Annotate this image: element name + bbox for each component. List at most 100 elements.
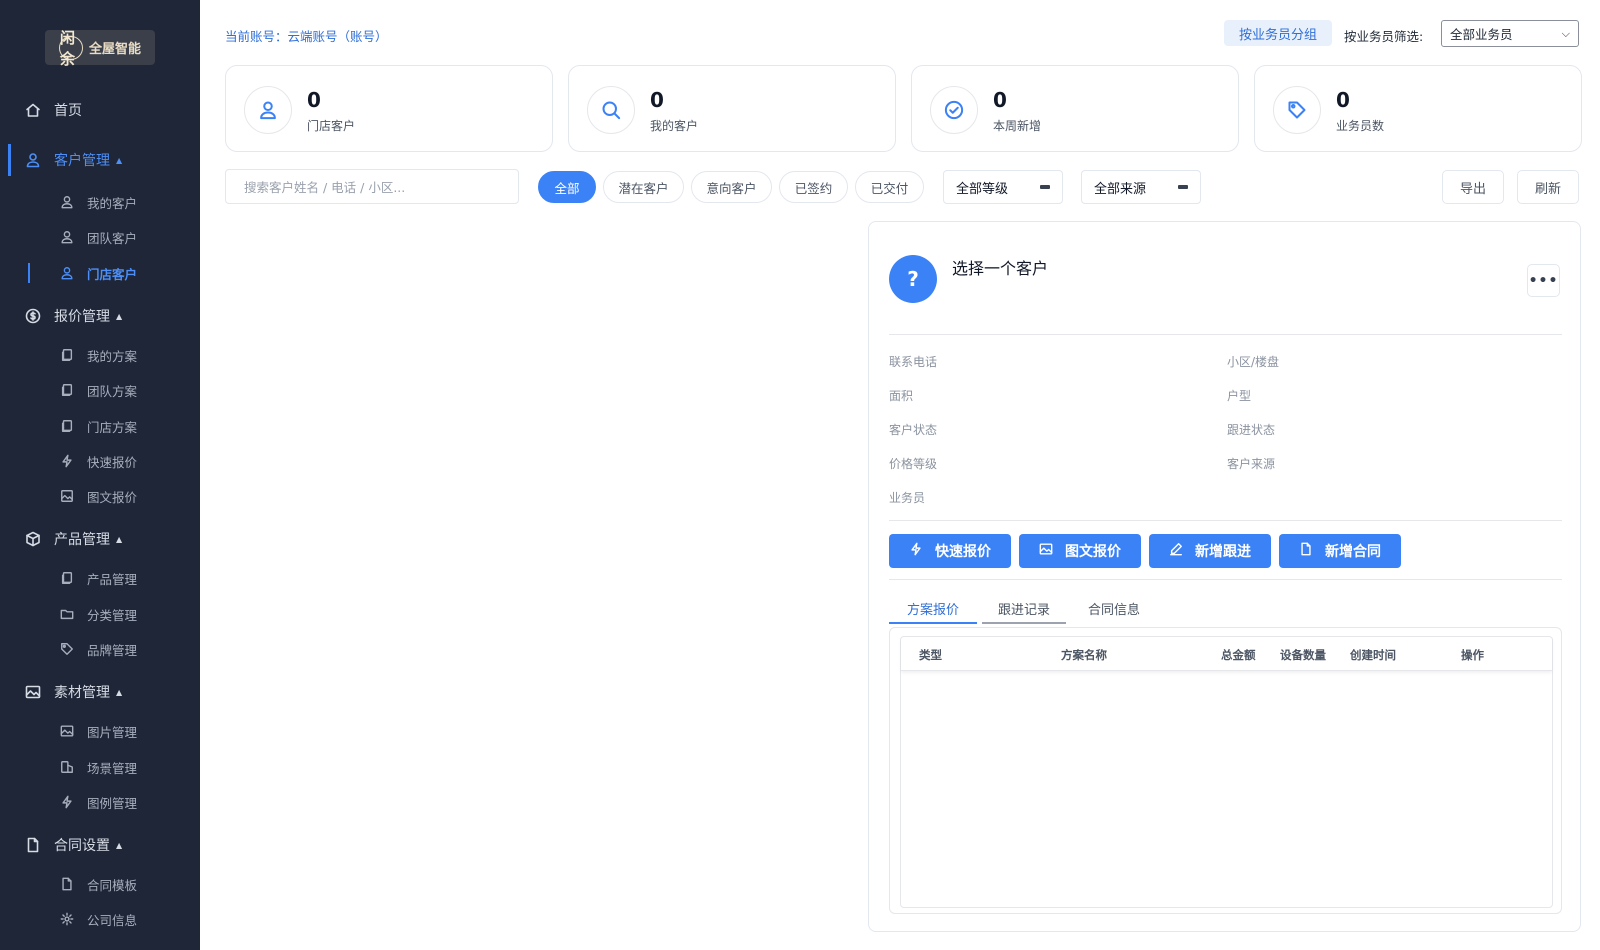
graphic-quote-button[interactable]: 图文报价: [1019, 534, 1141, 568]
scene-icon: [59, 759, 75, 775]
stat-card-weekly-new: 0 本周新增: [911, 65, 1239, 152]
documents-icon: [59, 382, 75, 398]
refresh-button[interactable]: 刷新: [1517, 170, 1579, 204]
search-icon: [587, 86, 635, 134]
add-contract-button[interactable]: 新增合同: [1279, 534, 1401, 568]
sidebar-item-brand-management[interactable]: 品牌管理: [0, 634, 200, 664]
sidebar-item-graphic-quote[interactable]: 图文报价: [0, 481, 200, 511]
quick-quote-button[interactable]: 快速报价: [889, 534, 1011, 568]
current-account: 当前账号：云端账号（账号）: [225, 29, 388, 44]
caret-up-icon: ▲: [116, 311, 123, 321]
nav-contract-settings[interactable]: 合同设置 ▲: [0, 829, 200, 861]
user-icon: [59, 194, 75, 210]
sidebar-item-my-customers[interactable]: 我的客户: [0, 187, 200, 217]
nav-material-management-label: 素材管理: [54, 685, 110, 701]
nav-customer-management[interactable]: 客户管理 ▲: [0, 144, 200, 176]
add-follow-up-label: 新增跟进: [1195, 544, 1251, 560]
sidebar-item-my-plans[interactable]: 我的方案: [0, 340, 200, 370]
tag-icon: [59, 641, 75, 657]
level-filter-select[interactable]: 全部等级: [943, 170, 1063, 204]
sidebar-item-label: 图文报价: [87, 489, 138, 505]
salesperson-filter-select[interactable]: 全部业务员 ⌵: [1441, 20, 1579, 47]
caret-up-icon: ▲: [116, 840, 123, 850]
brand-logo[interactable]: 闲余 全屋智能: [45, 29, 155, 68]
caret-up-icon: ▲: [116, 687, 123, 697]
customer-detail-panel: ? 选择一个客户 ••• 联系电话 小区/楼盘 面积 户型 客户状态 跟进状态 …: [868, 221, 1581, 932]
user-icon: [24, 151, 42, 169]
user-icon: [244, 86, 292, 134]
stat-value: 0: [307, 88, 321, 112]
field-price-level: 价格等级: [889, 457, 938, 471]
field-customer-source: 客户来源: [1227, 457, 1276, 471]
sidebar-item-label: 门店客户: [87, 266, 138, 282]
sidebar-item-store-plans[interactable]: 门店方案: [0, 411, 200, 441]
sidebar-item-contract-template[interactable]: 合同模板: [0, 869, 200, 899]
export-button[interactable]: 导出: [1442, 170, 1504, 204]
nav-product-management[interactable]: 产品管理 ▲: [0, 523, 200, 555]
tab-follow-records[interactable]: 跟进记录: [982, 593, 1066, 623]
plan-table-container: 类型 方案名称 总金额 设备数量 创建时间 操作: [889, 627, 1562, 914]
col-device-count: 设备数量: [1280, 648, 1326, 662]
sidebar-item-label: 合同模板: [87, 877, 138, 893]
check-circle-icon: [930, 86, 978, 134]
filter-chip-signed[interactable]: 已签约: [779, 171, 848, 203]
sidebar-item-team-plans[interactable]: 团队方案: [0, 375, 200, 405]
file-icon: [59, 876, 75, 892]
sidebar-item-label: 门店方案: [87, 419, 138, 435]
col-type: 类型: [919, 648, 942, 662]
tag-icon: [1273, 86, 1321, 134]
field-phone: 联系电话: [889, 355, 938, 369]
user-icon: [59, 265, 75, 281]
field-area: 面积: [889, 389, 914, 403]
add-follow-up-button[interactable]: 新增跟进: [1149, 534, 1271, 568]
stat-value: 0: [1336, 88, 1350, 112]
filter-chip-intent[interactable]: 意向客户: [691, 171, 772, 203]
dropdown-handle-icon: [1040, 185, 1050, 189]
sidebar-item-quick-quote[interactable]: 快速报价: [0, 446, 200, 476]
sidebar-item-label: 快速报价: [87, 454, 138, 470]
tab-contract-info[interactable]: 合同信息: [1072, 593, 1156, 623]
nav-home[interactable]: 首页: [0, 94, 200, 126]
folder-icon: [59, 606, 75, 622]
more-options-button[interactable]: •••: [1527, 264, 1560, 297]
file-icon: [24, 836, 42, 854]
nav-material-management[interactable]: 素材管理 ▲: [0, 676, 200, 708]
sidebar-item-company-info[interactable]: 公司信息: [0, 904, 200, 934]
lightning-icon: [59, 453, 75, 469]
tab-plan-quote[interactable]: 方案报价: [889, 593, 977, 623]
sidebar-item-team-customers[interactable]: 团队客户: [0, 222, 200, 252]
nav-product-management-label: 产品管理: [54, 532, 110, 548]
level-filter-value: 全部等级: [956, 181, 1009, 197]
filter-chip-all[interactable]: 全部: [538, 171, 596, 203]
sidebar-item-legend-management[interactable]: 图例管理: [0, 787, 200, 817]
nav-customer-management-label: 客户管理: [54, 153, 110, 169]
lightning-icon: [59, 794, 75, 810]
nav-contract-settings-label: 合同设置: [54, 838, 110, 854]
quick-quote-label: 快速报价: [935, 544, 991, 560]
edit-icon: [1169, 542, 1183, 560]
sidebar-item-category-management[interactable]: 分类管理: [0, 599, 200, 629]
gear-icon: [59, 911, 75, 927]
filter-chip-delivered[interactable]: 已交付: [855, 171, 924, 203]
sidebar-item-label: 公司信息: [87, 912, 138, 928]
cube-icon: [24, 530, 42, 548]
field-salesperson: 业务员: [889, 491, 926, 505]
sidebar-item-product-management[interactable]: 产品管理: [0, 563, 200, 593]
stat-card-my-customers: 0 我的客户: [568, 65, 896, 152]
sidebar-item-image-management[interactable]: 图片管理: [0, 716, 200, 746]
sidebar-item-scene-management[interactable]: 场景管理: [0, 752, 200, 782]
group-by-salesperson-button[interactable]: 按业务员分组: [1224, 20, 1332, 46]
sidebar-item-store-customers[interactable]: 门店客户: [0, 258, 200, 288]
filter-chip-potential[interactable]: 潜在客户: [603, 171, 684, 203]
dropdown-handle-icon: [1178, 185, 1188, 189]
source-filter-select[interactable]: 全部来源: [1081, 170, 1201, 204]
nav-quote-management[interactable]: 报价管理 ▲: [0, 300, 200, 332]
stat-label: 我的客户: [650, 119, 699, 133]
sidebar-item-label: 我的客户: [87, 195, 138, 211]
customer-search-input[interactable]: 搜索客户姓名 / 电话 / 小区...: [225, 169, 519, 204]
plan-table: 类型 方案名称 总金额 设备数量 创建时间 操作: [900, 636, 1553, 908]
image-icon: [1039, 542, 1053, 560]
graphic-quote-label: 图文报价: [1065, 544, 1121, 560]
logo-mark-icon: 闲余: [58, 29, 83, 68]
sidebar-item-label: 分类管理: [87, 607, 138, 623]
